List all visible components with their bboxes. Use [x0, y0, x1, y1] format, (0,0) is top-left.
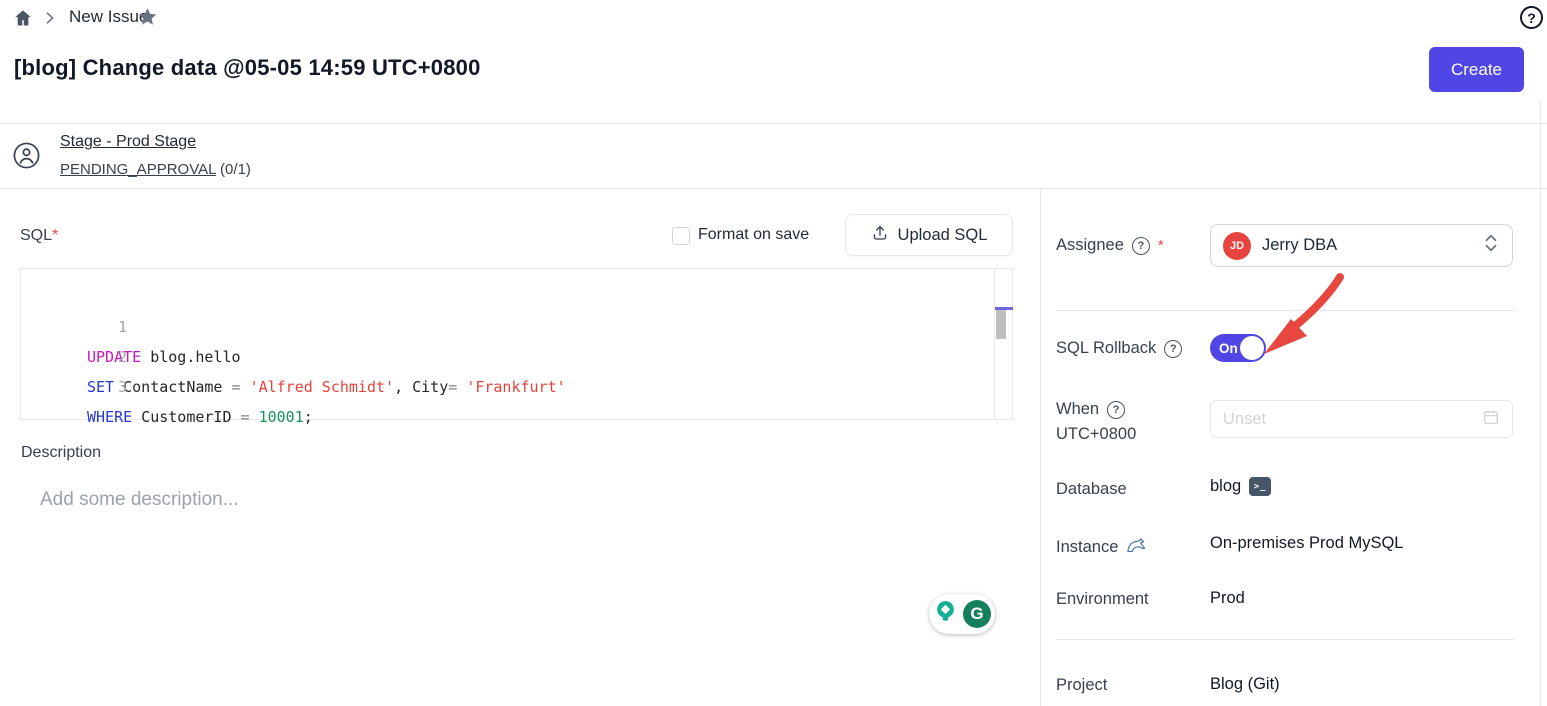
instance-value: On-premises Prod MySQL [1210, 534, 1403, 553]
code-line: 1 UPDATE blog.hello [21, 282, 1012, 312]
annotation-arrow [1250, 272, 1350, 364]
project-value: Blog (Git) [1210, 675, 1280, 694]
grammarly-logo-icon[interactable]: G [963, 600, 991, 628]
stage-status[interactable]: PENDING_APPROVAL (0/1) [60, 161, 251, 178]
stage-link[interactable]: Stage - Prod Stage [60, 133, 196, 151]
when-label-row: When ? [1056, 400, 1125, 419]
editor-scrollbar[interactable] [994, 269, 1012, 419]
rollback-label-row: SQL Rollback ? [1056, 339, 1182, 358]
divider [0, 123, 1547, 124]
assignee-value: Jerry DBA [1262, 236, 1471, 255]
create-button[interactable]: Create [1429, 47, 1524, 92]
rollback-help-icon[interactable]: ? [1164, 340, 1182, 358]
environment-label: Environment [1056, 590, 1149, 609]
upload-sql-label: Upload SQL [898, 226, 988, 245]
user-circle-icon [12, 141, 41, 175]
divider [0, 188, 1547, 189]
chevron-up-down-icon [1482, 233, 1500, 258]
suggestion-bulb-icon[interactable] [933, 599, 958, 629]
assignee-avatar: JD [1223, 232, 1251, 260]
when-datetime-input[interactable]: Unset [1210, 400, 1513, 438]
format-on-save-checkbox[interactable] [672, 227, 690, 245]
assignee-select[interactable]: JD Jerry DBA [1210, 224, 1513, 267]
upload-sql-button[interactable]: Upload SQL [845, 214, 1013, 256]
instance-label-row: Instance [1056, 535, 1148, 560]
sql-label: SQL* [20, 227, 58, 245]
required-marker: * [52, 227, 58, 244]
required-marker: * [1158, 237, 1164, 254]
star-icon[interactable] [137, 6, 158, 32]
format-on-save-label: Format on save [698, 226, 809, 244]
when-help-icon[interactable]: ? [1107, 401, 1125, 419]
assignee-help-icon[interactable]: ? [1132, 237, 1150, 255]
description-label: Description [21, 444, 101, 462]
database-value: blog [1210, 477, 1241, 496]
mysql-dolphin-icon [1126, 535, 1148, 560]
grammarly-widget[interactable]: G [929, 594, 995, 634]
description-textarea[interactable]: Add some description... [40, 489, 239, 511]
calendar-icon [1482, 408, 1500, 431]
home-icon[interactable] [13, 8, 33, 33]
code-line: 3 WHERE CustomerID = 10001; [21, 342, 1012, 372]
environment-value: Prod [1210, 589, 1245, 608]
divider [1040, 188, 1041, 706]
page-title: [blog] Change data @05-05 14:59 UTC+0800 [14, 55, 481, 81]
divider [1056, 639, 1514, 640]
when-timezone: UTC+0800 [1056, 425, 1136, 444]
upload-icon [871, 224, 889, 247]
new-issue-page: New Issue ? [blog] Change data @05-05 14… [0, 0, 1547, 706]
when-placeholder: Unset [1223, 410, 1482, 429]
assignee-label-row: Assignee ? * [1056, 236, 1164, 255]
terminal-icon[interactable]: >_ [1249, 477, 1271, 496]
code-line: 2 SET ContactName = 'Alfred Schmidt', Ci… [21, 312, 1012, 342]
project-label: Project [1056, 676, 1107, 695]
stage-status-link[interactable]: PENDING_APPROVAL [60, 161, 216, 178]
sql-editor[interactable]: 1 UPDATE blog.hello 2 SET ContactName = … [20, 268, 1013, 420]
toggle-state-label: On [1219, 341, 1238, 356]
help-icon[interactable]: ? [1520, 6, 1543, 29]
page-scrollbar[interactable] [1540, 100, 1541, 706]
database-value-row: blog >_ [1210, 477, 1271, 496]
scrollbar-thumb[interactable] [996, 310, 1006, 339]
line-number: 3 [75, 372, 127, 402]
chevron-right-icon [43, 11, 57, 30]
database-label: Database [1056, 480, 1127, 499]
stage-status-count: (0/1) [216, 161, 251, 178]
